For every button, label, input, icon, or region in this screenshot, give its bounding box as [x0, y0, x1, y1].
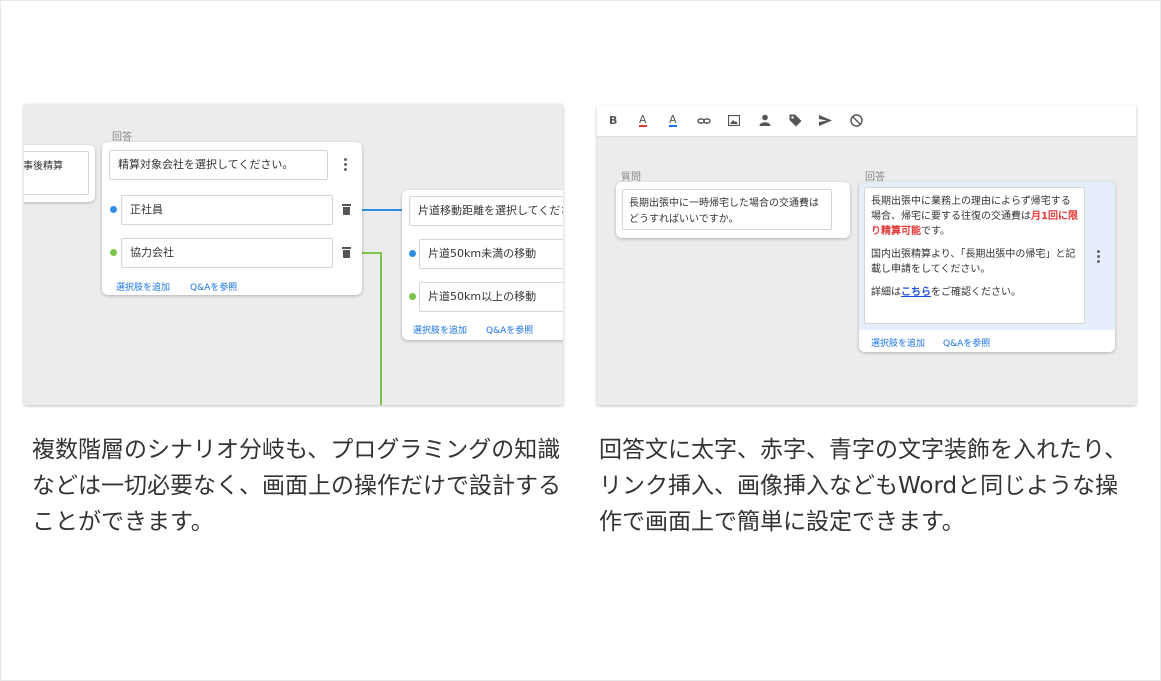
block-icon[interactable]: [850, 114, 863, 127]
answer-label: 回答: [112, 132, 132, 143]
previous-answer-text: 事後精算: [24, 161, 63, 172]
next-option-field-2[interactable]: 片道50km以上の移動: [419, 282, 563, 312]
answer-link[interactable]: こちら: [901, 287, 931, 298]
caption-left: 複数階層のシナリオ分岐も、プログラミングの知識などは一切必要なく、画面上の操作だ…: [32, 437, 561, 535]
more-options-icon[interactable]: [344, 158, 347, 171]
option-dot-green: [409, 293, 416, 300]
answer-paragraph-1: 長期出張中に業務上の理由によらず帰宅する場合、帰宅に要する往復の交通費は月1回に…: [871, 194, 1078, 239]
ref-qa-link[interactable]: Q&Aを参照: [190, 280, 237, 293]
person-icon[interactable]: [759, 114, 771, 126]
answer-select-field[interactable]: 精算対象会社を選択してください。: [109, 150, 328, 180]
format-toolbar: B A A: [597, 106, 1136, 137]
delete-icon[interactable]: [342, 204, 351, 215]
answer-text: です。: [921, 226, 950, 237]
next-option-text-1: 片道50km未満の移動: [428, 247, 537, 260]
tag-icon[interactable]: [789, 114, 802, 127]
add-option-link[interactable]: 選択肢を追加: [116, 280, 170, 293]
more-options-icon[interactable]: [1097, 250, 1100, 263]
add-option-link[interactable]: 選択肢を追加: [413, 323, 467, 336]
answer-text: 詳細は: [871, 287, 901, 298]
question-text: 長期出張中に一時帰宅した場合の交通費はどうすればいいですか。: [629, 198, 819, 225]
answer-paragraph-3: 詳細はこちらをご確認ください。: [871, 285, 1078, 300]
blue-text-button[interactable]: A: [669, 114, 677, 127]
send-icon[interactable]: [819, 115, 832, 126]
delete-icon[interactable]: [342, 247, 351, 258]
question-label: 質問: [621, 172, 641, 183]
option-field-1[interactable]: 正社員: [121, 195, 333, 225]
option-text-1: 正社員: [130, 203, 163, 216]
option-dot-green: [110, 249, 117, 256]
answer-rich-text-field[interactable]: 長期出張中に業務上の理由によらず帰宅する場合、帰宅に要する往復の交通費は月1回に…: [864, 187, 1085, 324]
connector-line-green-down: [380, 252, 382, 405]
option-dot-blue: [409, 250, 416, 257]
next-select-field[interactable]: 片道移動距離を選択してくださ: [409, 196, 563, 226]
bold-button[interactable]: B: [609, 114, 617, 127]
connector-line-green: [362, 252, 382, 254]
option-field-2[interactable]: 協力会社: [121, 238, 333, 268]
option-dot-blue: [110, 206, 117, 213]
caption-right: 回答文に太字、赤字、青字の文字装飾を入れたり、リンク挿入、画像挿入などもWord…: [599, 437, 1128, 535]
ref-qa-link[interactable]: Q&Aを参照: [943, 336, 990, 349]
answer-paragraph-2: 国内出張精算より、「長期出張中の帰宅」と記載し申請をしてください。: [871, 247, 1078, 277]
answer-text: をご確認ください。: [931, 287, 1021, 298]
option-text-2: 協力会社: [130, 246, 174, 259]
question-field[interactable]: 長期出張中に一時帰宅した場合の交通費はどうすればいいですか。: [622, 189, 832, 230]
answer-label: 回答: [865, 172, 885, 183]
next-option-field-1[interactable]: 片道50km未満の移動: [419, 239, 563, 269]
next-answer-card[interactable]: 片道移動距離を選択してくださ 片道50km未満の移動 片道50km以上の移動 選…: [402, 190, 563, 340]
link-icon[interactable]: [697, 116, 711, 126]
add-option-link[interactable]: 選択肢を追加: [871, 336, 925, 349]
answer-select-text: 精算対象会社を選択してください。: [118, 158, 294, 171]
answer-card-footer: 選択肢を追加 Q&Aを参照: [859, 330, 1115, 352]
next-select-text: 片道移動距離を選択してくださ: [418, 204, 563, 217]
answer-card[interactable]: 精算対象会社を選択してください。 正社員 協力会社 選択肢を追加 Q&Aを参照: [102, 142, 362, 295]
answer-text: 国内出張精算より、「長期出張中の帰宅」と記載し申請をしてください。: [871, 249, 1076, 275]
question-card[interactable]: 長期出張中に一時帰宅した場合の交通費はどうすればいいですか。: [616, 182, 850, 238]
answer-card[interactable]: 長期出張中に業務上の理由によらず帰宅する場合、帰宅に要する往復の交通費は月1回に…: [859, 182, 1115, 352]
red-text-button[interactable]: A: [639, 114, 647, 127]
previous-answer-card[interactable]: 事後精算: [24, 145, 95, 202]
next-option-text-2: 片道50km以上の移動: [428, 290, 537, 303]
previous-answer-field[interactable]: 事後精算: [24, 151, 89, 195]
answer-editor-screenshot: B A A 質問 長期出張中に一時帰宅した場合の交通費はどうすればいいですか。 …: [597, 106, 1136, 405]
image-icon[interactable]: [728, 115, 740, 126]
ref-qa-link[interactable]: Q&Aを参照: [486, 323, 533, 336]
scenario-editor-screenshot: 事後精算 回答 精算対象会社を選択してください。 正社員 協力会社 選択肢を追加…: [24, 104, 563, 405]
